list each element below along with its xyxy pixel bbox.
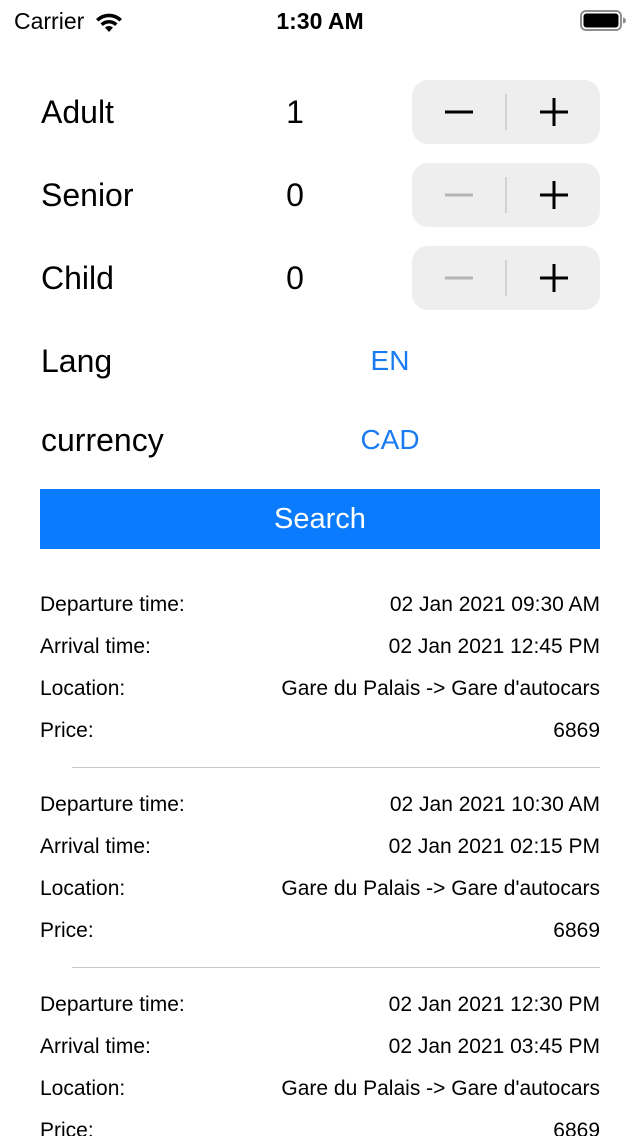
arrival-value: 02 Jan 2021 12:45 PM (388, 635, 600, 658)
departure-line: Departure time: 02 Jan 2021 12:30 PM (40, 984, 600, 1026)
arrival-label: Arrival time: (40, 835, 151, 858)
price-label: Price: (40, 719, 94, 742)
location-label: Location: (40, 1077, 126, 1100)
price-value: 6869 (553, 919, 600, 942)
currency-label: currency (41, 422, 164, 458)
battery-icon (580, 10, 626, 31)
arrival-label: Arrival time: (40, 635, 151, 658)
adult-count: 1 (286, 94, 304, 130)
senior-count: 0 (286, 177, 304, 213)
adult-row: Adult 1 (0, 80, 640, 144)
location-line: Location: Gare du Palais -> Gare d'autoc… (40, 668, 600, 710)
departure-value: 02 Jan 2021 10:30 AM (389, 793, 600, 816)
adult-increment-button[interactable] (507, 80, 600, 144)
status-bar: Carrier 1:30 AM (0, 0, 640, 40)
location-value: Gare du Palais -> Gare d'autocars (281, 877, 600, 900)
child-increment-button[interactable] (507, 246, 600, 310)
location-label: Location: (40, 877, 126, 900)
price-label: Price: (40, 919, 94, 942)
price-value: 6869 (553, 1119, 600, 1136)
plus-icon (539, 98, 568, 126)
child-row: Child 0 (0, 246, 640, 310)
child-count: 0 (286, 260, 304, 296)
adult-stepper[interactable] (412, 80, 600, 144)
child-stepper[interactable] (412, 246, 600, 310)
minus-icon (444, 193, 473, 197)
departure-label: Departure time: (40, 993, 185, 1016)
departure-label: Departure time: (40, 593, 185, 616)
plus-icon (539, 264, 568, 292)
plus-icon (539, 181, 568, 209)
lang-button[interactable]: EN (330, 331, 450, 391)
location-line: Location: Gare du Palais -> Gare d'autoc… (40, 868, 600, 910)
senior-stepper[interactable] (412, 163, 600, 227)
lang-row: Lang EN (0, 331, 640, 391)
price-line: Price: 6869 (40, 910, 600, 952)
price-line: Price: 6869 (40, 710, 600, 752)
arrival-line: Arrival time: 02 Jan 2021 12:45 PM (40, 626, 600, 668)
price-value: 6869 (553, 719, 600, 742)
result-item[interactable]: Departure time: 02 Jan 2021 12:30 PM Arr… (0, 984, 640, 1136)
result-divider (72, 967, 600, 968)
child-label: Child (41, 260, 114, 296)
location-line: Location: Gare du Palais -> Gare d'autoc… (40, 1068, 600, 1110)
location-value: Gare du Palais -> Gare d'autocars (281, 1077, 600, 1100)
result-item[interactable]: Departure time: 02 Jan 2021 10:30 AM Arr… (0, 784, 640, 984)
adult-decrement-button[interactable] (412, 80, 505, 144)
location-label: Location: (40, 677, 126, 700)
senior-increment-button[interactable] (507, 163, 600, 227)
arrival-value: 02 Jan 2021 02:15 PM (388, 835, 600, 858)
result-item[interactable]: Departure time: 02 Jan 2021 09:30 AM Arr… (0, 584, 640, 784)
arrival-label: Arrival time: (40, 1035, 151, 1058)
screen: Carrier 1:30 AM Adult 1 Senior 0 Child 0… (0, 0, 640, 1136)
departure-line: Departure time: 02 Jan 2021 10:30 AM (40, 784, 600, 826)
currency-row: currency CAD (0, 410, 640, 470)
price-line: Price: 6869 (40, 1110, 600, 1136)
departure-label: Departure time: (40, 793, 185, 816)
status-time: 1:30 AM (276, 8, 364, 34)
price-label: Price: (40, 1119, 94, 1136)
minus-icon (444, 276, 473, 280)
search-button[interactable]: Search (40, 489, 600, 549)
minus-icon (444, 110, 473, 114)
departure-value: 02 Jan 2021 12:30 PM (388, 993, 600, 1016)
result-divider (72, 767, 600, 768)
arrival-line: Arrival time: 02 Jan 2021 02:15 PM (40, 826, 600, 868)
currency-button[interactable]: CAD (330, 410, 450, 470)
senior-row: Senior 0 (0, 163, 640, 227)
departure-value: 02 Jan 2021 09:30 AM (389, 593, 600, 616)
arrival-value: 02 Jan 2021 03:45 PM (388, 1035, 600, 1058)
location-value: Gare du Palais -> Gare d'autocars (281, 677, 600, 700)
adult-label: Adult (41, 94, 114, 130)
arrival-line: Arrival time: 02 Jan 2021 03:45 PM (40, 1026, 600, 1068)
results-list[interactable]: Departure time: 02 Jan 2021 09:30 AM Arr… (0, 584, 640, 1136)
senior-label: Senior (41, 177, 134, 213)
child-decrement-button[interactable] (412, 246, 505, 310)
departure-line: Departure time: 02 Jan 2021 09:30 AM (40, 584, 600, 626)
lang-label: Lang (41, 343, 113, 379)
senior-decrement-button[interactable] (412, 163, 505, 227)
